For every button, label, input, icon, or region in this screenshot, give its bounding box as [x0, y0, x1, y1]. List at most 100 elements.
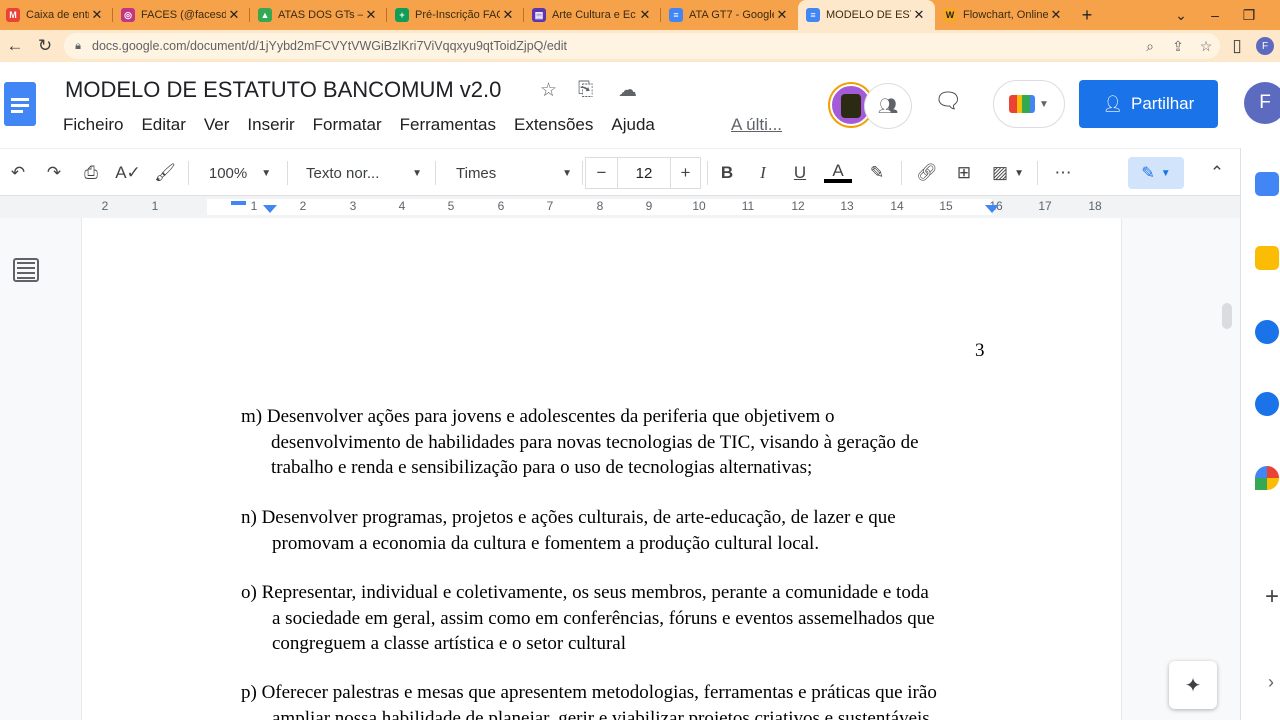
left-indent-marker[interactable] [263, 205, 277, 213]
docs-logo-icon[interactable] [4, 82, 36, 126]
tab-search-icon[interactable]: ⌄ [1164, 0, 1198, 30]
back-icon[interactable]: ← [0, 31, 30, 61]
menu-ferramentas[interactable]: Ferramentas [400, 115, 496, 135]
restore-icon[interactable]: ❐ [1232, 0, 1266, 30]
close-icon[interactable]: ✕ [1048, 7, 1064, 23]
font-size-input[interactable]: 12 [617, 157, 671, 189]
side-panel-icon[interactable]: ▯ [1222, 31, 1252, 61]
close-icon[interactable]: ✕ [637, 7, 653, 23]
bold-icon[interactable]: B [713, 157, 741, 189]
ruler-label: 14 [890, 199, 904, 213]
decrease-font-size-button[interactable]: − [585, 157, 617, 189]
side-panel [1240, 148, 1280, 720]
scrollbar-thumb[interactable] [1222, 303, 1232, 329]
reload-icon[interactable]: ↻ [30, 31, 60, 61]
text-color-icon[interactable]: A [823, 157, 853, 189]
menu-editar[interactable]: Editar [141, 115, 185, 135]
paragraph-m[interactable]: m) Desenvolver ações para jovens e adole… [241, 404, 919, 481]
docs-icon: ≡ [669, 8, 683, 22]
zoom-select[interactable]: 100% ▼ [200, 157, 280, 189]
editing-mode-button[interactable]: ✎ ▼ [1128, 157, 1184, 189]
spellcheck-icon[interactable]: A✓ [114, 157, 142, 189]
underline-icon[interactable]: U [786, 157, 814, 189]
browser-tab[interactable]: W Flowchart, Online ✕ [935, 0, 1072, 30]
chevron-down-icon: ▼ [412, 167, 422, 179]
comments-icon[interactable]: 🗨︎ [934, 88, 962, 114]
menu-inserir[interactable]: Inserir [247, 115, 294, 135]
chevron-right-icon[interactable]: › [1268, 672, 1274, 693]
add-addon-icon[interactable]: + [1265, 583, 1279, 611]
minimize-icon[interactable]: – [1198, 0, 1232, 30]
zoom-value: 100% [208, 164, 248, 182]
new-tab-button[interactable]: + [1072, 0, 1102, 30]
share-icon[interactable]: ⇪ [1164, 38, 1192, 55]
ruler-label: 8 [596, 199, 604, 213]
menu-formatar[interactable]: Formatar [313, 115, 382, 135]
calendar-icon[interactable] [1255, 172, 1279, 196]
document-title[interactable]: MODELO DE ESTATUTO BANCOMUM v2.0 [65, 77, 501, 103]
profile-icon[interactable]: F [1250, 31, 1280, 61]
browser-tab[interactable]: M Caixa de entrada ( ✕ [0, 0, 113, 30]
style-select[interactable]: Texto nor... ▼ [298, 157, 426, 189]
document-canvas[interactable]: 3 m) Desenvolver ações para jovens e ado… [0, 218, 1240, 720]
cloud-status-icon[interactable]: ☁ [618, 79, 637, 102]
increase-font-size-button[interactable]: + [671, 157, 701, 189]
close-icon[interactable]: ✕ [500, 7, 516, 23]
maps-icon[interactable] [1255, 466, 1279, 490]
close-icon[interactable]: ✕ [363, 7, 379, 23]
last-edit-link[interactable]: A últi... [731, 115, 782, 135]
font-select[interactable]: Times ▼ [448, 157, 576, 189]
right-indent-marker[interactable] [985, 205, 999, 213]
contacts-icon[interactable] [1255, 392, 1279, 416]
paragraph-line: o) Representar, individual e coletivamen… [241, 582, 929, 603]
highlight-icon[interactable]: ✎ [863, 157, 891, 189]
star-icon[interactable]: ☆ [540, 79, 557, 102]
paragraph-n[interactable]: n) Desenvolver programas, projetos e açõ… [241, 505, 896, 556]
print-icon[interactable]: ⎙ [77, 157, 105, 189]
explore-button[interactable]: ✦ [1169, 661, 1217, 709]
browser-tab[interactable]: ≡ ATA GT7 - Google ✕ [661, 0, 798, 30]
browser-tab-active[interactable]: ≡ MODELO DE ESTA ✕ [798, 0, 935, 30]
menu-ver[interactable]: Ver [204, 115, 230, 135]
insert-link-icon[interactable]: 🔗︎ [912, 157, 942, 189]
paint-format-icon[interactable]: 🖌︎ [151, 157, 179, 189]
collapse-menus-icon[interactable]: ⌃ [1203, 157, 1231, 189]
browser-tab[interactable]: ◎ FACES (@facesde ✕ [113, 0, 250, 30]
zoom-icon[interactable]: ⌕ [1136, 38, 1164, 55]
tasks-icon[interactable] [1255, 320, 1279, 344]
insert-image-icon[interactable]: ▨ ▼ [986, 157, 1030, 189]
browser-tab[interactable]: ▤ Arte Cultura e Ec ✕ [524, 0, 661, 30]
url-text: docs.google.com/document/d/1jYybd2mFCVYt… [92, 39, 567, 53]
close-icon[interactable]: ✕ [911, 7, 927, 23]
menu-ajuda[interactable]: Ajuda [611, 115, 654, 135]
tab-strip: M Caixa de entrada ( ✕ ◎ FACES (@facesde… [0, 0, 1280, 30]
lock-icon[interactable]: 🔒︎ [64, 40, 92, 53]
close-icon[interactable]: ✕ [226, 7, 242, 23]
meet-button[interactable]: ▼ [993, 80, 1065, 128]
user-avatar[interactable]: F [1244, 82, 1280, 124]
menu-ficheiro[interactable]: Ficheiro [63, 115, 123, 135]
keep-icon[interactable] [1255, 246, 1279, 270]
menu-extensoes[interactable]: Extensões [514, 115, 593, 135]
paragraph-o[interactable]: o) Representar, individual e coletivamen… [241, 580, 935, 657]
undo-icon[interactable]: ↶ [4, 157, 32, 189]
collaborators-icon[interactable]: 👥︎ [864, 83, 912, 129]
move-folder-icon[interactable]: ⎘ [578, 79, 593, 101]
add-comment-icon[interactable]: ⊞ [950, 157, 978, 189]
redo-icon[interactable]: ↷ [40, 157, 68, 189]
close-icon[interactable]: ✕ [89, 7, 105, 23]
gmail-icon: M [6, 8, 20, 22]
paragraph-p[interactable]: p) Oferecer palestras e mesas que aprese… [241, 680, 937, 720]
first-line-indent-marker[interactable] [231, 201, 246, 205]
document-outline-icon[interactable] [13, 258, 39, 282]
chevron-down-icon: ▼ [1039, 98, 1049, 110]
close-icon[interactable]: ✕ [774, 7, 790, 23]
url-field[interactable]: 🔒︎ docs.google.com/document/d/1jYybd2mFC… [64, 33, 1220, 59]
browser-tab[interactable]: ▲ ATAS DOS GTs – G ✕ [250, 0, 387, 30]
share-button[interactable]: 👤︎ Partilhar [1079, 80, 1218, 128]
bookmark-star-icon[interactable]: ☆ [1192, 38, 1220, 55]
ruler[interactable]: 2 1 1 2 3 4 5 6 7 8 9 10 11 12 13 14 15 … [0, 196, 1240, 218]
browser-tab[interactable]: + Pré-Inscrição FAC ✕ [387, 0, 524, 30]
italic-icon[interactable]: I [749, 157, 777, 189]
more-options-icon[interactable]: ⋯ [1048, 157, 1078, 189]
